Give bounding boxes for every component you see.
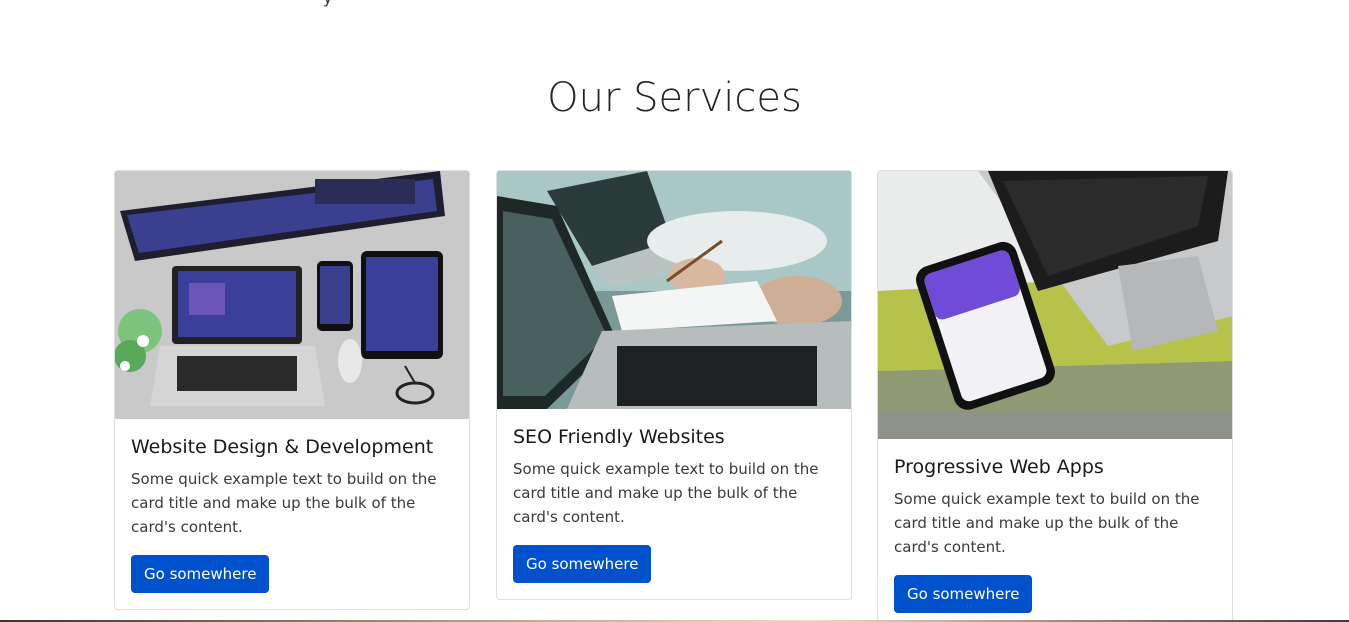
card-body: SEO Friendly Websites Some quick example… — [497, 409, 851, 599]
devices-mockup-image — [115, 171, 469, 419]
card-body: Website Design & Development Some quick … — [115, 419, 469, 609]
card-title: Website Design & Development — [131, 436, 434, 458]
cut-off-text: y — [323, 0, 332, 7]
go-somewhere-button[interactable]: Go somewhere — [131, 555, 270, 593]
go-somewhere-button[interactable]: Go somewhere — [894, 575, 1033, 613]
card-title: SEO Friendly Websites — [513, 426, 725, 448]
service-card-seo: SEO Friendly Websites Some quick example… — [496, 170, 852, 600]
laptop-meeting-image — [497, 171, 851, 409]
card-text: Some quick example text to build on the … — [513, 460, 819, 526]
card-text: Some quick example text to build on the … — [894, 490, 1200, 556]
section-title: Our Services — [547, 75, 802, 121]
phone-laptop-image — [878, 171, 1232, 439]
card-title: Progressive Web Apps — [894, 456, 1104, 478]
page: y Our Services — [0, 0, 1349, 622]
card-text: Some quick example text to build on the … — [131, 470, 437, 536]
go-somewhere-button[interactable]: Go somewhere — [513, 545, 652, 583]
service-card-website-design: Website Design & Development Some quick … — [114, 170, 470, 610]
card-body: Progressive Web Apps Some quick example … — [878, 439, 1232, 622]
service-card-pwa: Progressive Web Apps Some quick example … — [877, 170, 1233, 622]
